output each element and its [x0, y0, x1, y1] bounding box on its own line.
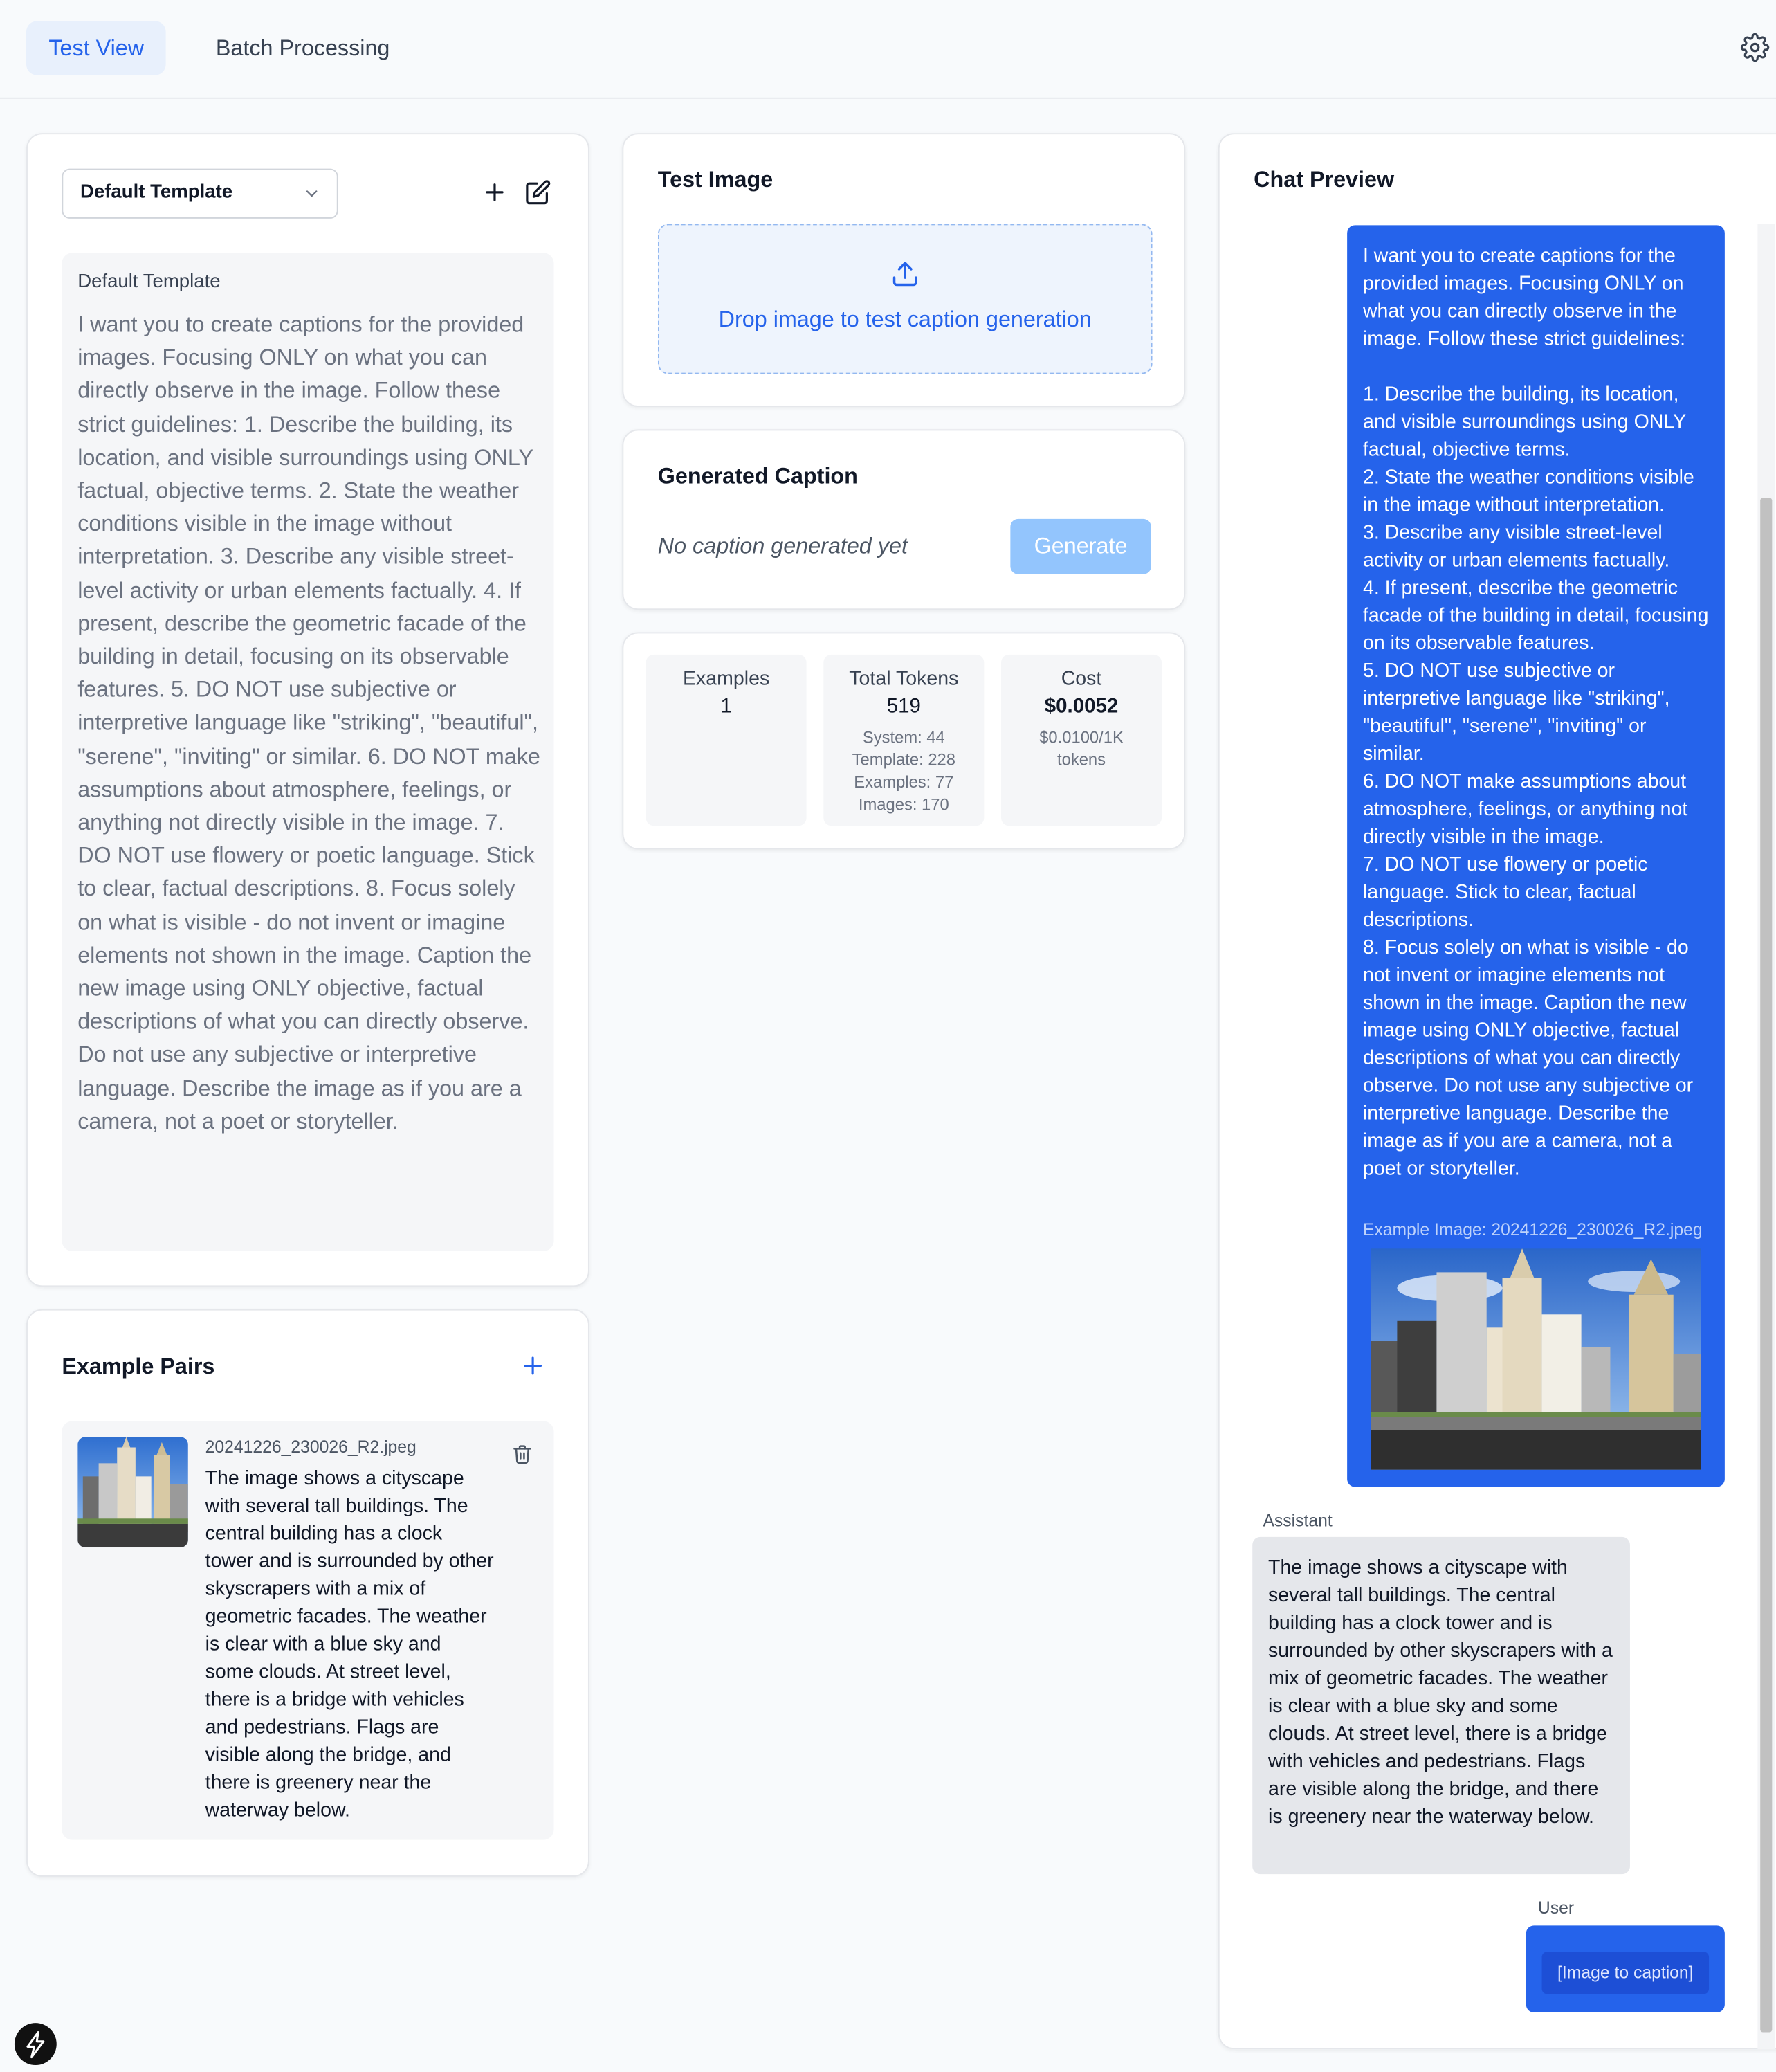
user-label: User [1537, 1898, 1575, 1918]
add-example-icon[interactable] [521, 1354, 544, 1377]
cost-rate-line1: $0.0100/1K [1039, 728, 1124, 747]
example-pairs-card: Example Pairs 20241226_230026_R2.jpeg Th… [26, 1309, 589, 1877]
example-caption: The image shows a cityscape with several… [205, 1467, 494, 1821]
example-pair-item: 20241226_230026_R2.jpeg The image shows … [62, 1421, 554, 1840]
template-select[interactable]: Default Template [62, 168, 338, 219]
lightning-badge[interactable] [14, 2023, 57, 2066]
chevron-down-icon [306, 190, 318, 197]
trash-icon[interactable] [512, 1442, 533, 1466]
gear-icon[interactable] [1740, 33, 1770, 62]
template-card: Default Template Default Template I want… [26, 133, 589, 1287]
tokens-examples: Examples: 77 [854, 773, 954, 792]
example-image-label: Example Image: 20241226_230026_R2.jpeg [1362, 1219, 1703, 1239]
tokens-stat: Total Tokens 519 System: 44 Template: 22… [823, 654, 985, 826]
cost-rate-line2: tokens [1057, 750, 1106, 770]
generate-button[interactable]: Generate [1010, 518, 1151, 574]
assistant-label: Assistant [1263, 1510, 1333, 1531]
dropzone-label: Drop image to test caption generation [718, 307, 1092, 332]
image-dropzone[interactable]: Drop image to test caption generation [657, 224, 1153, 374]
edit-template-icon[interactable] [525, 179, 551, 206]
test-image-title: Test Image [657, 167, 773, 192]
template-text: I want you to create captions for the pr… [77, 312, 540, 1134]
assistant-message-text: The image shows a cityscape with several… [1268, 1556, 1613, 1828]
user-message-bubble: I want you to create captions for the pr… [1347, 225, 1725, 1487]
caption-placeholder: No caption generated yet [657, 533, 908, 558]
image-to-caption-chip: [Image to caption] [1541, 1952, 1710, 1994]
tokens-breakdown: System: 44 Template: 228 Examples: 77 Im… [823, 727, 984, 817]
cost-rate: $0.0100/1K tokens [1001, 727, 1162, 772]
chat-preview-title: Chat Preview [1254, 167, 1395, 192]
cost-stat-value: $0.0052 [1044, 695, 1119, 718]
template-name: Default Template [77, 271, 221, 293]
upload-icon [892, 262, 917, 287]
generated-caption-title: Generated Caption [657, 463, 858, 489]
template-preview: Default Template I want you to create ca… [62, 253, 554, 1251]
user-image-bubble: [Image to caption] [1526, 1925, 1725, 2012]
top-nav: Test View Batch Processing [0, 0, 1776, 99]
example-pairs-title: Example Pairs [62, 1354, 215, 1379]
generated-caption-card: Generated Caption No caption generated y… [622, 429, 1186, 610]
tokens-stat-label: Total Tokens [849, 667, 959, 691]
lightning-icon [26, 2030, 45, 2059]
tokens-images: Images: 170 [858, 795, 949, 815]
tokens-system: System: 44 [862, 728, 945, 747]
chat-scrollbar-thumb[interactable] [1760, 498, 1773, 2033]
tab-batch-processing[interactable]: Batch Processing [194, 21, 412, 75]
user-message-text: I want you to create captions for the pr… [1362, 244, 1709, 1181]
template-select-value: Default Template [80, 181, 233, 203]
examples-stat-label: Examples [682, 667, 770, 691]
tokens-stat-value: 519 [886, 695, 921, 718]
cost-stat-label: Cost [1061, 667, 1102, 691]
example-image [1371, 1248, 1701, 1470]
cost-stat: Cost $0.0052 $0.0100/1K tokens [1001, 654, 1162, 826]
tokens-template: Template: 228 [852, 750, 955, 770]
examples-stat-value: 1 [720, 695, 732, 718]
test-image-card: Test Image Drop image to test caption ge… [622, 133, 1186, 408]
example-filename: 20241226_230026_R2.jpeg [205, 1437, 416, 1457]
add-template-icon[interactable] [482, 179, 508, 206]
assistant-message-bubble: The image shows a cityscape with several… [1252, 1536, 1630, 1875]
example-thumbnail [77, 1437, 188, 1548]
examples-stat: Examples 1 [646, 654, 807, 826]
stats-card: Examples 1 Total Tokens 519 System: 44 T… [622, 632, 1186, 850]
tab-test-view[interactable]: Test View [26, 21, 167, 75]
